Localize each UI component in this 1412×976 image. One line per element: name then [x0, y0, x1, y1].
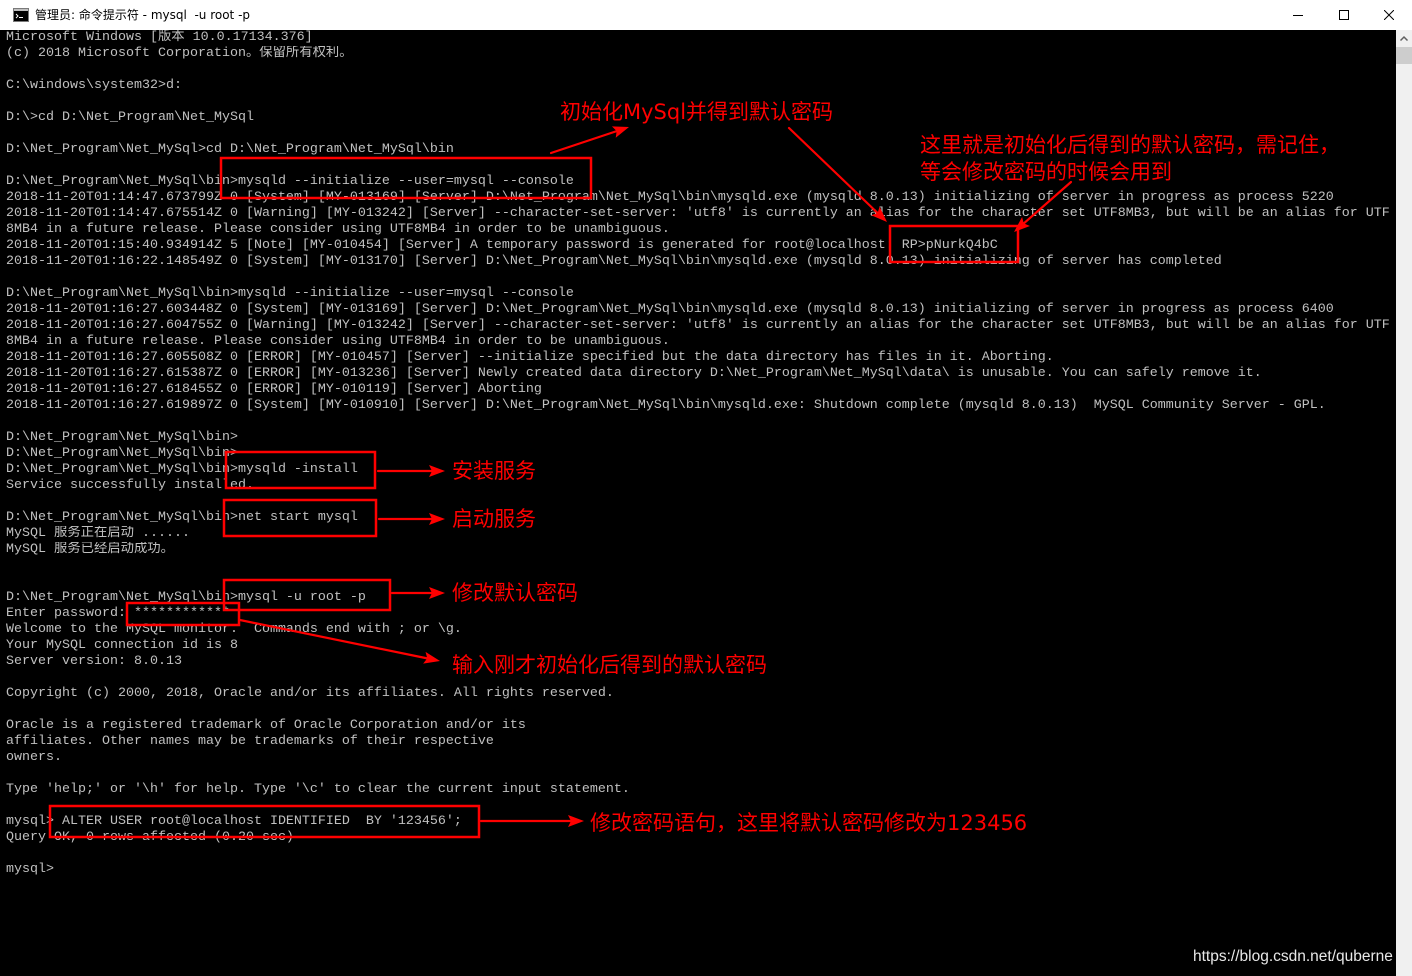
console-line: mysql> ALTER USER root@localhost IDENTIF… [6, 814, 462, 829]
console-line: 2018-11-20T01:16:27.615387Z 0 [ERROR] [M… [6, 366, 1262, 381]
title-bar[interactable]: 管理员: 命令提示符 - mysql -u root -p [0, 0, 1412, 30]
console-line: Enter password: ************ [6, 606, 230, 621]
scrollbar-thumb[interactable] [1396, 47, 1412, 64]
console-line: D:\Net_Program\Net_MySql\bin>mysql -u ro… [6, 590, 366, 605]
console-line: Service successfully installed. [6, 478, 254, 493]
console-line: (c) 2018 Microsoft Corporation。保留所有权利。 [6, 46, 353, 61]
console-line: 8MB4 in a future release. Please conside… [6, 334, 670, 349]
console-line: 2018-11-20T01:14:47.673799Z 0 [System] [… [6, 190, 1334, 205]
console-line: Oracle is a registered trademark of Orac… [6, 718, 526, 733]
console-line: 2018-11-20T01:16:22.148549Z 0 [System] [… [6, 254, 1222, 269]
close-button[interactable] [1366, 0, 1412, 30]
console-line: D:\>cd D:\Net_Program\Net_MySql [6, 110, 254, 125]
console-line: Microsoft Windows [版本 10.0.17134.376] [6, 30, 313, 45]
console-line: owners. [6, 750, 62, 765]
console-line: Your MySQL connection id is 8 [6, 638, 238, 653]
console-line: D:\Net_Program\Net_MySql\bin>mysqld --in… [6, 174, 574, 189]
console-line: 2018-11-20T01:16:27.605508Z 0 [ERROR] [M… [6, 350, 1054, 365]
close-icon [1384, 10, 1394, 20]
vertical-scrollbar[interactable] [1396, 30, 1412, 976]
console-output[interactable]: Microsoft Windows [版本 10.0.17134.376] (c)… [0, 30, 1396, 976]
command-prompt-window: 管理员: 命令提示符 - mysql -u root -p Microsoft … [0, 0, 1412, 976]
console-line: Server version: 8.0.13 [6, 654, 182, 669]
minimize-button[interactable] [1275, 0, 1321, 30]
cmd-app-icon[interactable] [13, 7, 29, 23]
console-line: MySQL 服务正在启动 ...... [6, 526, 190, 541]
scroll-up-button[interactable] [1396, 30, 1412, 47]
console-line: D:\Net_Program\Net_MySql\bin> [6, 446, 238, 461]
console-line: 8MB4 in a future release. Please conside… [6, 222, 670, 237]
watermark: https://blog.csdn.net/quberne [1193, 948, 1393, 965]
cmd-app-icon-graphic [13, 8, 29, 22]
console-line: 2018-11-20T01:16:27.619897Z 0 [System] [… [6, 398, 1326, 413]
console-line: C:\windows\system32>d: [6, 78, 182, 93]
console-line: D:\Net_Program\Net_MySql\bin>net start m… [6, 510, 358, 525]
console-line: Query OK, 0 rows affected (0.20 sec) [6, 830, 294, 845]
console-lines: Microsoft Windows [版本 10.0.17134.376] (c)… [6, 30, 1396, 878]
console-line: D:\Net_Program\Net_MySql>cd D:\Net_Progr… [6, 142, 454, 157]
console-line: D:\Net_Program\Net_MySql\bin>mysqld -ins… [6, 462, 358, 477]
console-line: 2018-11-20T01:16:27.604755Z 0 [Warning] … [6, 318, 1390, 333]
maximize-icon [1339, 10, 1349, 20]
console-line: Copyright (c) 2000, 2018, Oracle and/or … [6, 686, 614, 701]
maximize-button[interactable] [1321, 0, 1367, 30]
console-line: 2018-11-20T01:16:27.603448Z 0 [System] [… [6, 302, 1334, 317]
console-line: 2018-11-20T01:15:40.934914Z 5 [Note] [MY… [6, 238, 998, 253]
console-line: mysql> [6, 862, 54, 877]
console-line: MySQL 服务已经启动成功。 [6, 542, 174, 557]
console-line: 2018-11-20T01:14:47.675514Z 0 [Warning] … [6, 206, 1390, 221]
chevron-up-icon [1399, 35, 1409, 42]
console-line: D:\Net_Program\Net_MySql\bin> [6, 430, 238, 445]
window-title: 管理员: 命令提示符 - mysql -u root -p [35, 8, 251, 22]
console-line: Welcome to the MySQL monitor. Commands e… [6, 622, 462, 637]
console-line: Type 'help;' or '\h' for help. Type '\c'… [6, 782, 630, 797]
console-line: affiliates. Other names may be trademark… [6, 734, 494, 749]
minimize-icon [1293, 15, 1303, 16]
console-line: 2018-11-20T01:16:27.618455Z 0 [ERROR] [M… [6, 382, 542, 397]
console-line: D:\Net_Program\Net_MySql\bin>mysqld --in… [6, 286, 574, 301]
